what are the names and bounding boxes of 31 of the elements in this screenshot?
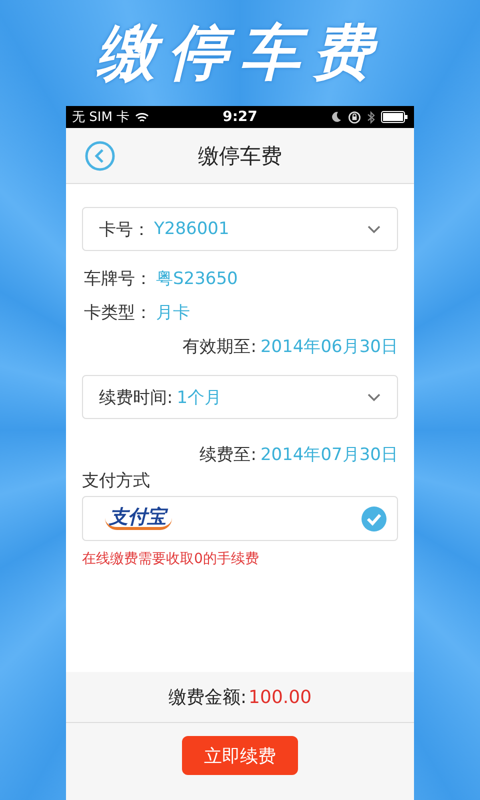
check-icon[interactable]: [361, 506, 387, 532]
amount-label: 缴费金额:: [168, 686, 247, 709]
carrier-text: 无 SIM 卡: [72, 109, 130, 126]
renew-until-value: 2014年07月30日: [260, 444, 398, 466]
payment-option[interactable]: 支付宝: [82, 496, 398, 541]
bluetooth-icon: [367, 110, 376, 124]
info-value: 粤S23650: [156, 268, 238, 290]
info-value: 月卡: [156, 302, 190, 324]
renew-period-dropdown[interactable]: 续费时间: 1个月: [82, 375, 398, 419]
fee-note: 在线缴费需要收取0的手续费: [82, 550, 260, 569]
back-button[interactable]: [84, 140, 116, 172]
renew-until-label: 续费至:: [200, 444, 256, 466]
chevron-down-icon: [367, 224, 381, 234]
back-icon: [84, 140, 116, 172]
battery-icon: [381, 111, 408, 123]
valid-until-label: 有效期至:: [182, 336, 256, 358]
moon-icon: [331, 111, 342, 123]
card-number-dropdown[interactable]: 卡号： Y286001: [82, 207, 398, 251]
renew-button[interactable]: 立即续费: [182, 736, 298, 775]
info-label: 车牌号：: [84, 268, 152, 290]
rotation-lock-icon: [348, 110, 362, 124]
info-label: 卡类型：: [84, 302, 152, 324]
page-title: 缴停车费: [198, 142, 282, 170]
section-heading: 支付方式: [82, 470, 151, 491]
payment-logo: 支付宝: [105, 507, 172, 530]
chevron-down-icon: [367, 392, 381, 402]
clock-time: 9:27: [222, 109, 258, 125]
amount-value: 100.00: [248, 686, 312, 708]
wifi-icon: [134, 112, 149, 122]
promo-title: 缴停车费: [96, 16, 384, 90]
valid-until-value: 2014年06月30日: [260, 336, 398, 358]
